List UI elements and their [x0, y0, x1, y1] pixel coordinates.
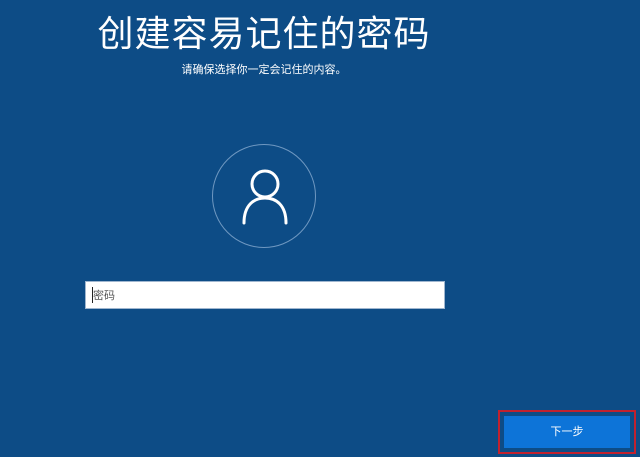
user-icon — [242, 169, 288, 225]
next-button[interactable]: 下一步 — [504, 416, 630, 448]
password-input[interactable] — [85, 281, 445, 309]
page-title: 创建容易记住的密码 — [97, 14, 431, 55]
avatar — [212, 144, 316, 248]
next-button-highlight: 下一步 — [498, 410, 636, 454]
text-cursor — [92, 287, 93, 303]
page-subtitle: 请确保选择你一定会记住的内容。 — [181, 63, 347, 76]
